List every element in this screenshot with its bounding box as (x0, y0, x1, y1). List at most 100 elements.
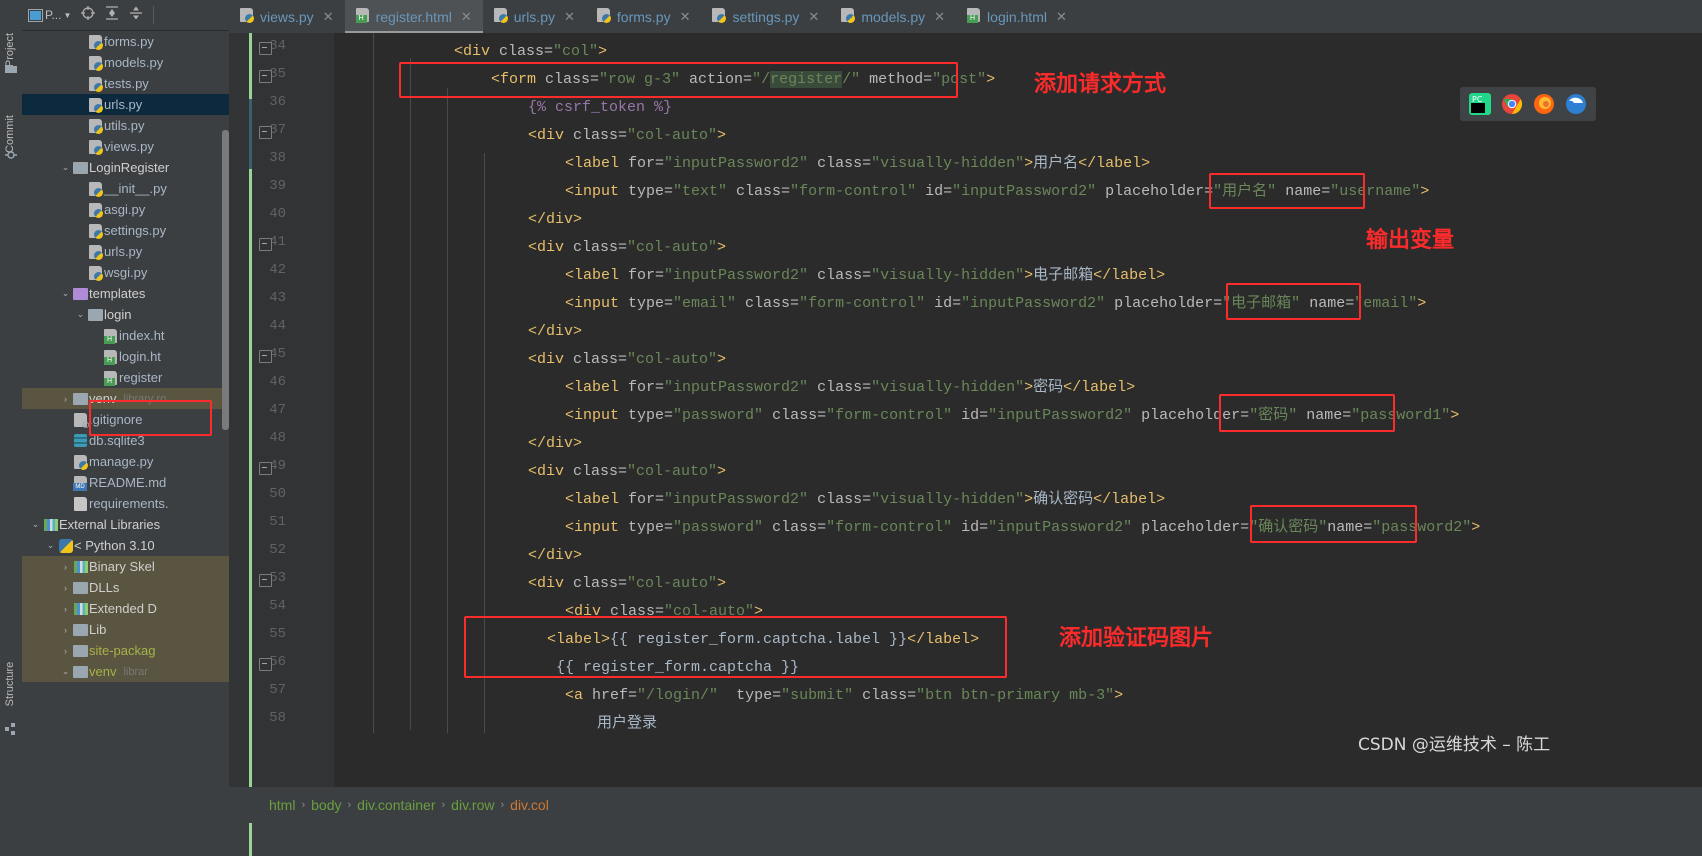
tree-item-binary-skel[interactable]: › Binary Skel (22, 556, 229, 577)
breadcrumb-item-html[interactable]: html (269, 797, 295, 813)
tree-item-label: wsgi.py (104, 265, 148, 280)
tree-item-tag: librar (123, 665, 148, 678)
chevron-icon[interactable]: › (59, 583, 72, 593)
editor-tab-urls-py[interactable]: urls.py ✕ (483, 0, 586, 33)
edge-icon[interactable] (1565, 93, 1587, 115)
python-file-icon (87, 202, 104, 218)
tree-item-urls-py[interactable]: urls.py (22, 241, 229, 262)
tree-item-views-py[interactable]: views.py (22, 136, 229, 157)
breadcrumb-item-div-container[interactable]: div.container (357, 797, 435, 813)
code-fold-marker[interactable] (259, 658, 272, 671)
close-icon[interactable]: ✕ (323, 9, 334, 25)
tree-item-external-libraries[interactable]: ⌄ External Libraries (22, 514, 229, 535)
breadcrumb-item-body[interactable]: body (311, 797, 341, 813)
tree-item-loginregister[interactable]: ⌄ LoginRegister (22, 157, 229, 178)
tree-item-label: manage.py (89, 454, 154, 469)
code-fold-marker[interactable] (259, 574, 272, 587)
tree-item-venv[interactable]: › venv library ro (22, 388, 229, 409)
code-fold-marker[interactable] (259, 238, 272, 251)
breadcrumb-item-div-row[interactable]: div.row (451, 797, 494, 813)
editor-tab-settings-py[interactable]: settings.py ✕ (701, 0, 830, 33)
tree-item-db-sqlite3[interactable]: db.sqlite3 (22, 430, 229, 451)
tool-button-commit[interactable]: Commit (0, 98, 22, 176)
code-fold-marker[interactable] (259, 350, 272, 363)
close-icon[interactable]: ✕ (564, 9, 575, 25)
tree-item-index-ht[interactable]: index.ht (22, 325, 229, 346)
close-icon[interactable]: ✕ (934, 9, 945, 25)
breadcrumb-separator: › (441, 799, 446, 811)
editor-gutter[interactable]: 34 35 36 37 38 39 40 41 42 43 44 45 46 47 48 49 50 51 52 53… (229, 33, 334, 856)
folder-icon (72, 665, 89, 678)
tree-item-requirements-[interactable]: requirements. (22, 493, 229, 514)
pycharm-icon[interactable]: PC (1469, 93, 1491, 115)
tree-item--gitignore[interactable]: .gitignore (22, 409, 229, 431)
tree-item--init-py[interactable]: __init__.py (22, 178, 229, 199)
close-icon[interactable]: ✕ (680, 9, 691, 25)
close-icon[interactable]: ✕ (808, 9, 819, 25)
tree-item-extended-d[interactable]: › Extended D (22, 598, 229, 619)
chevron-icon[interactable]: › (59, 562, 72, 572)
editor-tab-views-py[interactable]: views.py ✕ (229, 0, 345, 33)
editor-tab-login-html[interactable]: login.html ✕ (956, 0, 1078, 33)
tree-item-login-ht[interactable]: login.ht (22, 346, 229, 367)
chevron-icon[interactable]: › (59, 394, 72, 404)
chevron-icon[interactable]: ⌄ (59, 666, 72, 677)
tree-item-settings-py[interactable]: settings.py (22, 220, 229, 241)
editor-tab-models-py[interactable]: models.py ✕ (830, 0, 956, 33)
chevron-icon[interactable]: ⌄ (74, 309, 87, 320)
code-line-37: <div class="col-auto"> (528, 127, 727, 144)
firefox-icon[interactable] (1533, 93, 1555, 115)
chevron-icon[interactable]: ⌄ (29, 519, 42, 530)
project-scrollbar[interactable] (222, 130, 229, 430)
code-content[interactable]: <div class="col"> <form class="row g-3" a… (334, 33, 1702, 787)
breadcrumb[interactable]: html › body › div.container › div.row › div.col (229, 787, 1702, 823)
expand-all-icon[interactable] (105, 5, 119, 25)
tree-item-tests-py[interactable]: tests.py (22, 73, 229, 94)
editor-tab-forms-py[interactable]: forms.py ✕ (586, 0, 702, 33)
tree-item-label: index.ht (119, 328, 165, 343)
tree-item-dlls[interactable]: › DLLs (22, 577, 229, 598)
editor-tab-bar[interactable]: views.py ✕ register.html ✕ urls.py ✕ forms.py ✕… (229, 0, 1702, 34)
close-icon[interactable]: ✕ (461, 9, 472, 25)
tree-item-lib[interactable]: › Lib (22, 619, 229, 640)
code-fold-marker[interactable] (259, 42, 272, 55)
tree-item-utils-py[interactable]: utils.py (22, 115, 229, 136)
code-fold-marker[interactable] (259, 462, 272, 475)
app-dock[interactable]: PC (1460, 87, 1596, 121)
tree-item--python-3-10[interactable]: ⌄ < Python 3.10 (22, 535, 229, 556)
tool-button-project[interactable]: Project (0, 10, 22, 90)
code-fold-marker[interactable] (259, 126, 272, 139)
chevron-icon[interactable]: ⌄ (44, 540, 57, 551)
tree-item-urls-py[interactable]: urls.py (22, 94, 229, 115)
chevron-icon[interactable]: ⌄ (59, 162, 72, 173)
chevron-icon[interactable]: › (59, 625, 72, 635)
tree-item-readme-md[interactable]: README.md (22, 472, 229, 493)
tree-item-asgi-py[interactable]: asgi.py (22, 199, 229, 220)
collapse-all-icon[interactable] (129, 6, 143, 25)
code-line-44: </div> (528, 323, 583, 340)
breadcrumb-item-div-col[interactable]: div.col (510, 797, 549, 813)
tool-button-structure[interactable]: Structure (0, 640, 22, 730)
tree-item-manage-py[interactable]: manage.py (22, 451, 229, 472)
tree-item-login[interactable]: ⌄ login (22, 304, 229, 325)
project-file-tree[interactable]: forms.py models.py tests.py urls.py utils.py… (22, 31, 229, 823)
code-fold-marker[interactable] (259, 70, 272, 83)
tree-item-site-packag[interactable]: › site-packag (22, 640, 229, 661)
chevron-icon[interactable]: ⌄ (59, 288, 72, 299)
tree-item-models-py[interactable]: models.py (22, 52, 229, 73)
tree-item-wsgi-py[interactable]: wsgi.py (22, 262, 229, 283)
tree-item-label: LoginRegister (89, 160, 170, 175)
tree-item-templates[interactable]: ⌄ templates (22, 283, 229, 304)
project-view-selector[interactable]: P... ▼ (28, 8, 71, 22)
code-editor[interactable]: 34 35 36 37 38 39 40 41 42 43 44 45 46 47 48 49 50 51 52 53… (229, 33, 1702, 856)
tree-item-register[interactable]: register (22, 367, 229, 388)
chevron-icon[interactable]: › (59, 604, 72, 614)
locate-icon[interactable] (81, 5, 96, 25)
folder-icon (72, 644, 89, 657)
tree-item-venv[interactable]: ⌄ venv librar (22, 661, 229, 682)
chrome-icon[interactable] (1501, 93, 1523, 115)
chevron-icon[interactable]: › (59, 646, 72, 656)
tree-item-forms-py[interactable]: forms.py (22, 31, 229, 52)
close-icon[interactable]: ✕ (1056, 9, 1067, 25)
editor-tab-register-html[interactable]: register.html ✕ (344, 0, 483, 33)
